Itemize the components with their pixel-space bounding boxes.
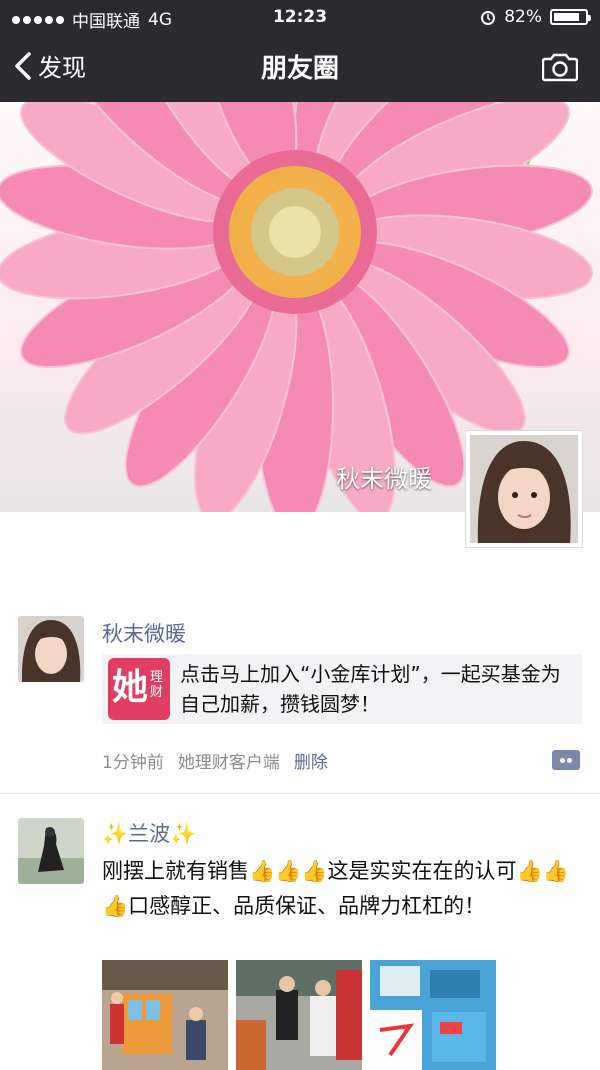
post-avatar[interactable] bbox=[18, 616, 84, 682]
status-bar: 中国联通 4G 12:23 82% bbox=[0, 0, 600, 34]
link-title: 点击马上加入“小金库计划”，一起买基金为自己加薪，攒钱圆梦！ bbox=[180, 662, 561, 716]
moment-post: 秋末微暖 她 理财 点击马上加入“小金库计划”，一起买基金为自己加薪，攒钱圆梦！… bbox=[0, 600, 600, 790]
post-username[interactable]: 秋末微暖 bbox=[102, 618, 186, 648]
page-title: 朋友圈 bbox=[260, 54, 339, 84]
cover-owner-name: 秋末微暖 bbox=[336, 465, 432, 493]
post-username[interactable]: ✨兰波✨ bbox=[102, 818, 196, 848]
camera-icon[interactable] bbox=[542, 52, 578, 82]
battery-percent: 82% bbox=[504, 7, 542, 27]
post-text: 刚摆上就有销售👍👍👍这是实实在在的认可👍👍👍口感醇正、品质保证、品牌力杠杠的！ bbox=[102, 859, 569, 918]
post-photo[interactable] bbox=[102, 960, 228, 1070]
battery-icon bbox=[550, 9, 591, 25]
alarm-icon bbox=[481, 11, 496, 25]
post-avatar[interactable] bbox=[18, 818, 84, 884]
navigation-bar: 发现 朋友圈 bbox=[0, 34, 600, 102]
post-photo[interactable] bbox=[370, 960, 496, 1070]
avatar-photo bbox=[470, 435, 578, 543]
profile-avatar[interactable] bbox=[465, 430, 583, 548]
shared-link-card[interactable]: 她 理财 点击马上加入“小金库计划”，一起买基金为自己加薪，攒钱圆梦！ bbox=[102, 654, 582, 724]
moment-post: ✨兰波✨ 刚摆上就有销售👍👍👍这是实实在在的认可👍👍👍口感醇正、品质保证、品牌力… bbox=[0, 800, 600, 1070]
post-source[interactable]: 她理财客户端 bbox=[178, 748, 280, 773]
post-meta: 1分钟前 她理财客户端 删除 bbox=[102, 748, 328, 773]
comment-icon[interactable] bbox=[552, 750, 580, 770]
top-bar: 中国联通 4G 12:23 82% 发现 朋友圈 bbox=[0, 0, 600, 102]
post-time: 1分钟前 bbox=[102, 753, 164, 773]
app-logo-icon: 她 理财 bbox=[108, 658, 170, 720]
post-photo[interactable] bbox=[236, 960, 362, 1070]
post-divider bbox=[0, 793, 600, 794]
delete-button[interactable]: 删除 bbox=[294, 748, 328, 773]
